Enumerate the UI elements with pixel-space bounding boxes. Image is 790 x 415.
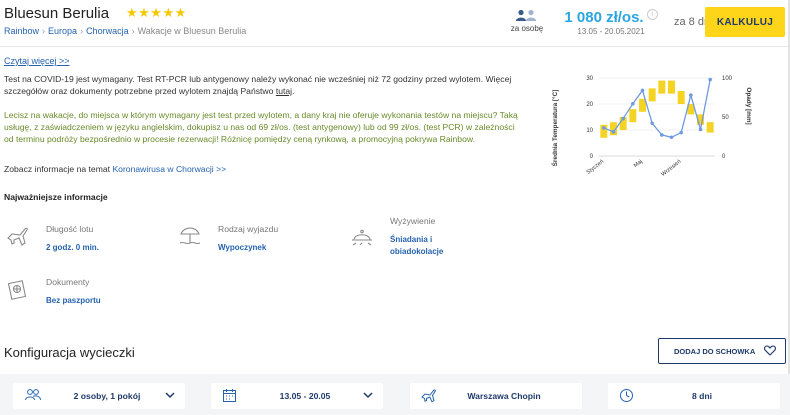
temperature-tick-label: 30 xyxy=(586,76,593,82)
precipitation-tick-label: 100 xyxy=(722,76,733,82)
month-tick-label: Styczeń xyxy=(586,159,605,176)
temperature-bar xyxy=(648,88,656,102)
hotel-header: Bluesun Berulia ★★★★★ Rainbow › Europa › Cho… xyxy=(0,0,790,47)
flight-length-label: Długość lotu xyxy=(46,224,94,234)
covid-details-link[interactable]: tutaj xyxy=(276,86,292,96)
duration-select[interactable]: 8 dni xyxy=(608,383,780,409)
precipitation-point xyxy=(631,101,635,106)
temperature-bar xyxy=(668,80,675,94)
travellers-value: 2 osoby, 1 pokój xyxy=(73,391,141,401)
precipitation-tick-label: 50 xyxy=(722,115,729,121)
travellers-select[interactable]: 2 osoby, 1 pokój xyxy=(13,383,185,409)
plane-departure-icon xyxy=(421,389,436,403)
temperature-axis-ticks: 0 10 20 30 xyxy=(586,76,593,160)
temperature-bar xyxy=(677,91,685,104)
precipitation-point xyxy=(660,133,664,137)
precipitation-point xyxy=(669,135,674,140)
trip-type-label: Rodzaj wyjazdu xyxy=(218,224,279,234)
precipitation-axis-ticks: 0 50 100 xyxy=(722,76,733,160)
precipitation-point xyxy=(611,130,616,134)
temperature-tick-label: 0 xyxy=(590,154,594,160)
departure-airport-value: Warszawa Chopin xyxy=(467,391,541,401)
temperature-bar xyxy=(658,80,666,94)
covid-test-info: Test na COVID-19 jest wymagany. Test RT-… xyxy=(4,73,526,97)
beach-umbrella-icon xyxy=(179,227,201,245)
climate-chart: 0 10 20 30 0 50 100 Styczeń Maj Wrzesień Średni… xyxy=(550,76,752,178)
precipitation-point xyxy=(621,116,625,121)
dates-select[interactable]: 13.05 - 20.05 xyxy=(211,383,383,409)
food-cloche-icon xyxy=(352,229,372,246)
breadcrumb-europa[interactable]: Europa xyxy=(48,26,77,36)
precipitation-axis-label: Opady [mm] xyxy=(745,87,752,124)
board-type-value: Śniadania i obiadokolacje xyxy=(390,235,444,256)
hotel-title: Bluesun Berulia xyxy=(4,5,110,22)
calculate-button[interactable]: KALKULUJ xyxy=(705,7,785,37)
precipitation-point xyxy=(602,126,606,130)
month-axis-ticks: Styczeń Maj Wrzesień xyxy=(586,159,683,178)
people-icon xyxy=(25,389,41,401)
precipitation-point xyxy=(650,121,654,126)
month-tick-label: Wrzesień xyxy=(660,159,682,178)
covid-test-text: Test na COVID-19 jest wymagany. Test RT-… xyxy=(4,74,512,96)
dates-value: 13.05 - 20.05 xyxy=(279,391,331,401)
read-more-link[interactable]: Czytaj więcej >> xyxy=(4,56,70,66)
breadcrumb-current: Wakacje w Bluesun Berulia xyxy=(137,26,247,36)
config-title: Konfiguracja wycieczki xyxy=(4,345,135,360)
price-value: 1 080 zł/os. xyxy=(564,9,644,26)
clock-icon xyxy=(620,389,633,402)
precipitation-point xyxy=(689,93,693,97)
covid-info-prefix: Zobacz informacje na temat xyxy=(4,164,113,174)
hotel-stars: ★★★★★ xyxy=(126,5,187,20)
documents-value: Bez paszportu xyxy=(46,296,101,305)
temperature-bar xyxy=(706,122,714,133)
temperature-tick-label: 20 xyxy=(586,102,593,108)
month-tick-label: Maj xyxy=(633,159,644,169)
chevron-down-icon xyxy=(363,392,373,399)
precipitation-point xyxy=(698,127,703,132)
breadcrumb-rainbow[interactable]: Rainbow xyxy=(4,26,39,36)
departure-airport-select[interactable]: Warszawa Chopin xyxy=(410,383,582,409)
calendar-icon xyxy=(223,389,236,402)
breadcrumb-separator: › xyxy=(42,26,46,36)
breadcrumb: Rainbow › Europa › Chorwacja › Wakacje w Blues… xyxy=(4,26,246,36)
price-info-icon[interactable]: i xyxy=(646,9,658,20)
precipitation-point xyxy=(640,88,645,93)
covid-croatia-link[interactable]: Koronawirusa w Chorwacji >> xyxy=(112,164,226,174)
breadcrumb-separator: › xyxy=(131,26,135,36)
breadcrumb-separator: › xyxy=(80,26,84,36)
covid-test-offer: Lecisz na wakacje, do miejsca w którym w… xyxy=(4,110,518,144)
price-block: 1 080 zł/os. i 13.05 - 20.05.2021 xyxy=(556,9,666,36)
per-person-label: za osobę xyxy=(510,24,544,33)
add-to-clipboard-button[interactable]: DODAJ DO SCHOWKA xyxy=(658,338,786,364)
temperature-tick-label: 10 xyxy=(586,128,593,134)
temperature-bar xyxy=(629,109,637,123)
passport-icon xyxy=(7,280,27,300)
documents-label: Dokumenty xyxy=(46,277,90,287)
per-person-indicator: za osobę xyxy=(509,9,545,33)
key-info-heading: Najważniejsze informacje xyxy=(4,192,108,202)
heart-icon xyxy=(764,345,776,356)
breadcrumb-chorwacja[interactable]: Chorwacja xyxy=(86,26,129,36)
precipitation-point xyxy=(679,130,683,135)
duration-value: 8 dni xyxy=(691,391,713,401)
trip-type-value: Wypoczynek xyxy=(218,243,267,252)
precipitation-point xyxy=(708,77,712,82)
temperature-axis-label: Średnia Temperatura [°C] xyxy=(550,90,559,167)
board-type-label: Wyżywienie xyxy=(390,216,436,226)
covid-country-info: Zobacz informacje na temat Koronawirusa … xyxy=(4,164,226,174)
add-to-clipboard-label: DODAJ DO SCHOWKA xyxy=(674,346,756,356)
covid-test-text-end: . xyxy=(292,86,295,96)
chevron-down-icon xyxy=(165,392,175,399)
price-dates: 13.05 - 20.05.2021 xyxy=(577,27,645,36)
people-icon xyxy=(516,9,536,21)
airplane-icon xyxy=(7,227,28,246)
precipitation-tick-label: 0 xyxy=(722,154,726,160)
flight-length-value: 2 godz. 0 min. xyxy=(46,243,99,252)
